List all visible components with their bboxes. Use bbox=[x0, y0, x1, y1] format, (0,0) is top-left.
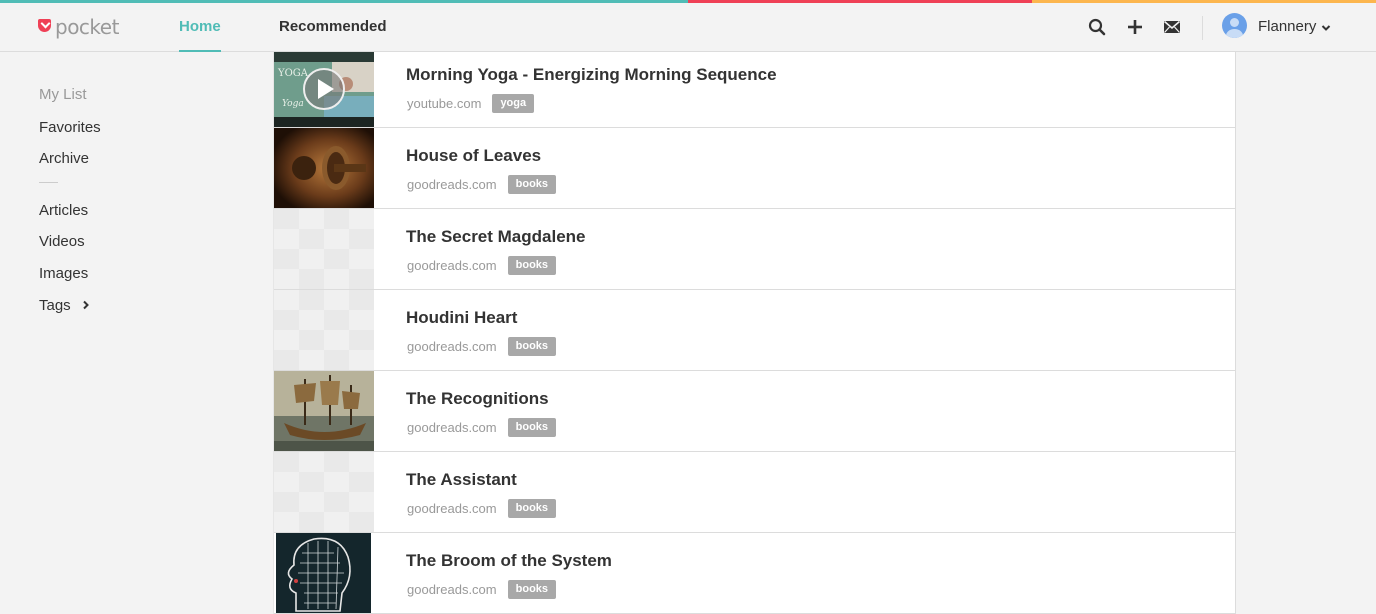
thumbnail-image[interactable] bbox=[274, 371, 374, 451]
sidebar-divider bbox=[39, 182, 58, 183]
item-title[interactable]: The Broom of the System bbox=[406, 551, 612, 571]
item-domain: goodreads.com bbox=[407, 420, 497, 435]
header-divider bbox=[1202, 16, 1203, 40]
list-item[interactable]: House of Leaves goodreads.com books bbox=[274, 128, 1236, 209]
mail-icon[interactable] bbox=[1162, 17, 1182, 37]
list-item[interactable]: YOGA Yoga Morning Yoga - Energizing Morn… bbox=[274, 52, 1236, 128]
item-title[interactable]: Houdini Heart bbox=[406, 308, 517, 328]
item-meta: goodreads.com books bbox=[407, 256, 557, 275]
sidebar-item-favorites[interactable]: Favorites bbox=[39, 119, 101, 136]
pocket-logo-icon bbox=[38, 18, 51, 32]
tab-recommended[interactable]: Recommended bbox=[279, 18, 387, 35]
item-meta: goodreads.com books bbox=[407, 499, 557, 518]
sidebar-item-articles[interactable]: Articles bbox=[39, 202, 88, 219]
sidebar-heading-my-list[interactable]: My List bbox=[39, 86, 87, 103]
user-menu-name[interactable]: Flannery bbox=[1258, 18, 1316, 35]
item-tag[interactable]: yoga bbox=[492, 94, 535, 113]
list-item[interactable]: The Secret Magdalene goodreads.com books bbox=[274, 209, 1236, 290]
svg-text:Yoga: Yoga bbox=[282, 99, 304, 109]
item-domain: goodreads.com bbox=[407, 501, 497, 516]
thumbnail-placeholder[interactable] bbox=[274, 209, 374, 289]
item-title[interactable]: The Assistant bbox=[406, 470, 517, 490]
logo-text: pocket bbox=[55, 15, 119, 39]
svg-text:YOGA: YOGA bbox=[277, 68, 309, 79]
item-tag[interactable]: books bbox=[507, 499, 557, 518]
thumbnail-image[interactable] bbox=[274, 533, 374, 613]
list-item[interactable]: The Assistant goodreads.com books bbox=[274, 452, 1236, 533]
item-domain: goodreads.com bbox=[407, 339, 497, 354]
top-header: pocket Home Recommended Flannery bbox=[0, 3, 1376, 52]
thumbnail-placeholder[interactable] bbox=[274, 452, 374, 532]
sidebar-item-videos[interactable]: Videos bbox=[39, 233, 85, 250]
item-tag[interactable]: books bbox=[507, 175, 557, 194]
item-tag[interactable]: books bbox=[507, 418, 557, 437]
list-item[interactable]: Houdini Heart goodreads.com books bbox=[274, 290, 1236, 371]
item-domain: goodreads.com bbox=[407, 582, 497, 597]
add-icon[interactable] bbox=[1125, 17, 1145, 37]
thumbnail-placeholder[interactable] bbox=[274, 290, 374, 370]
chevron-right-icon bbox=[83, 300, 89, 310]
sidebar-item-tags-label: Tags bbox=[39, 297, 71, 314]
item-domain: goodreads.com bbox=[407, 258, 497, 273]
item-tag[interactable]: books bbox=[507, 580, 557, 599]
chevron-down-icon[interactable] bbox=[1321, 20, 1331, 31]
pocket-logo[interactable]: pocket bbox=[38, 15, 119, 39]
sidebar-item-tags[interactable]: Tags bbox=[39, 297, 91, 314]
list-item[interactable]: The Broom of the System goodreads.com bo… bbox=[274, 533, 1236, 614]
item-tag[interactable]: books bbox=[507, 337, 557, 356]
item-list: YOGA Yoga Morning Yoga - Energizing Morn… bbox=[273, 52, 1236, 614]
item-title[interactable]: House of Leaves bbox=[406, 146, 541, 166]
thumbnail-image[interactable] bbox=[274, 128, 374, 208]
tab-home[interactable]: Home bbox=[179, 18, 221, 52]
item-title[interactable]: Morning Yoga - Energizing Morning Sequen… bbox=[406, 65, 777, 85]
item-meta: goodreads.com books bbox=[407, 580, 557, 599]
item-domain: goodreads.com bbox=[407, 177, 497, 192]
sidebar-item-images[interactable]: Images bbox=[39, 265, 88, 282]
item-meta: goodreads.com books bbox=[407, 337, 557, 356]
item-tag[interactable]: books bbox=[507, 256, 557, 275]
avatar[interactable] bbox=[1222, 13, 1247, 38]
item-meta: goodreads.com books bbox=[407, 175, 557, 194]
list-item[interactable]: The Recognitions goodreads.com books bbox=[274, 371, 1236, 452]
item-title[interactable]: The Recognitions bbox=[406, 389, 549, 409]
item-title[interactable]: The Secret Magdalene bbox=[406, 227, 586, 247]
item-meta: youtube.com yoga bbox=[407, 94, 535, 113]
item-meta: goodreads.com books bbox=[407, 418, 557, 437]
sidebar-item-archive[interactable]: Archive bbox=[39, 150, 89, 167]
search-icon[interactable] bbox=[1087, 17, 1107, 37]
thumbnail-video[interactable]: YOGA Yoga bbox=[274, 52, 374, 127]
item-domain: youtube.com bbox=[407, 96, 482, 111]
